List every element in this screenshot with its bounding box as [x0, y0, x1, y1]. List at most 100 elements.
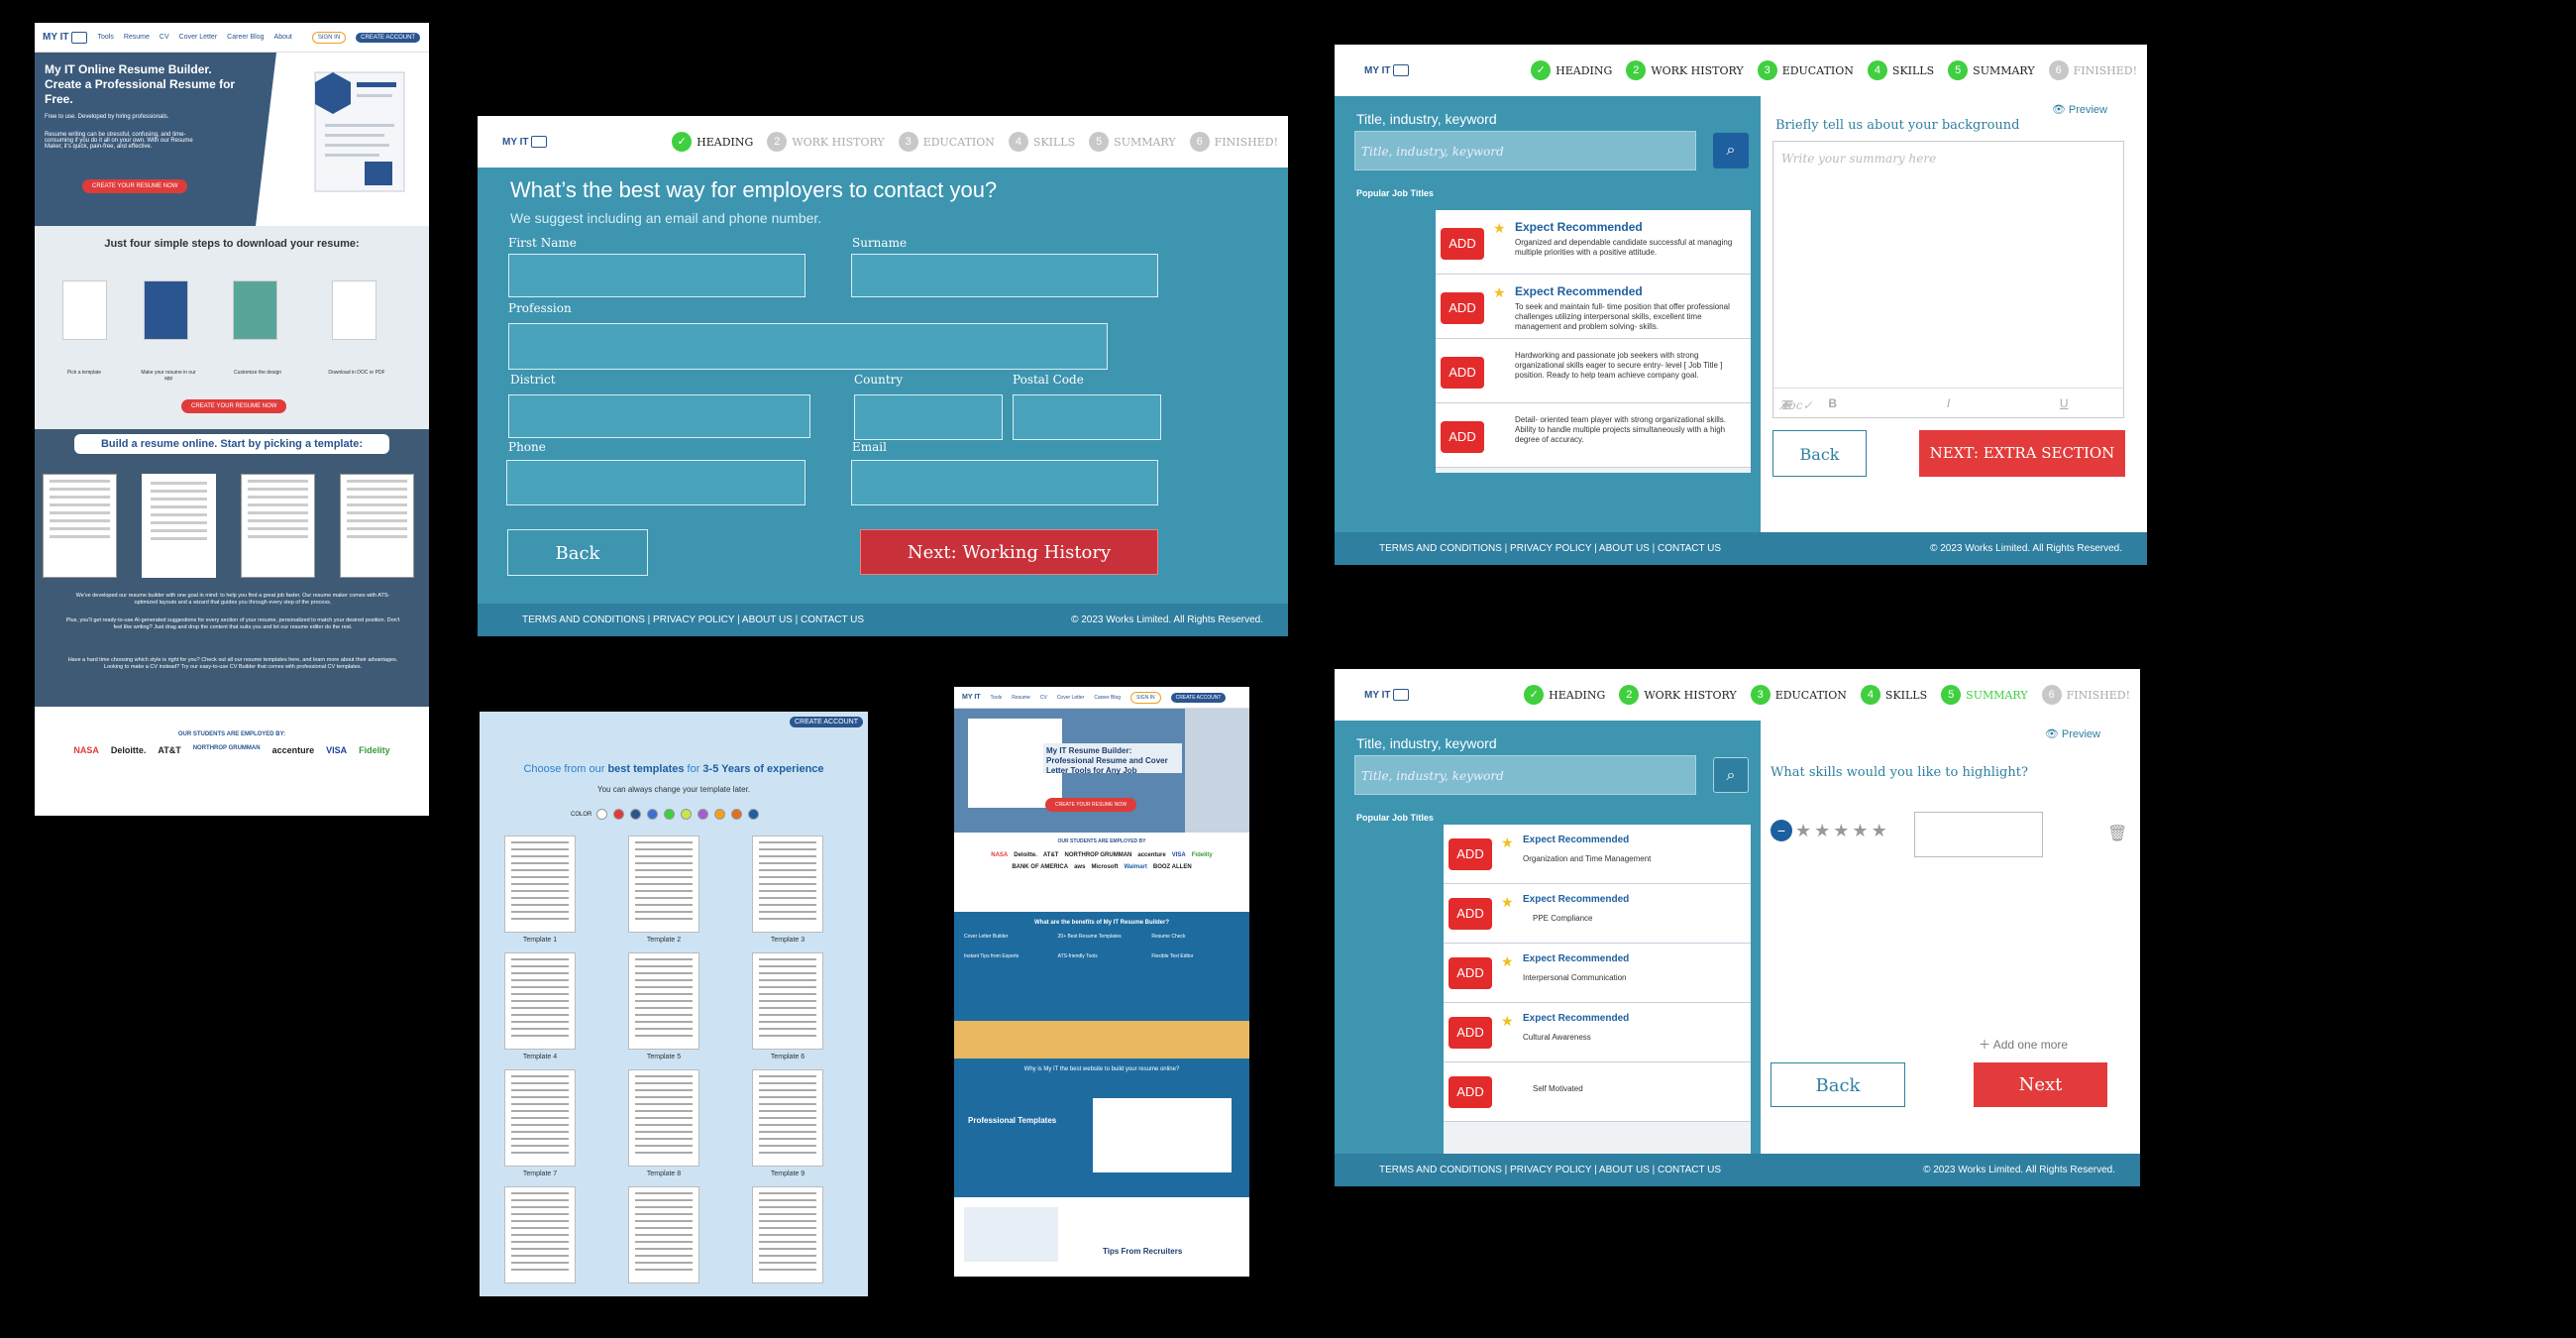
redo-icon[interactable]: ↷	[1781, 398, 1791, 412]
color-swatch[interactable]	[596, 809, 608, 820]
step-summary[interactable]: 5 SUMMARY	[1948, 60, 2035, 80]
add-button[interactable]: ADD	[1449, 957, 1492, 989]
template-thumb[interactable]	[504, 1069, 576, 1167]
first-name-field[interactable]	[508, 254, 805, 297]
bold-icon[interactable]: B	[1828, 396, 1837, 410]
step-education[interactable]: 3 EDUCATION	[1750, 685, 1847, 705]
add-button[interactable]: ADD	[1449, 898, 1492, 930]
nav-cover-letter[interactable]: Cover Letter	[179, 34, 218, 41]
keyword-search-input[interactable]: Title, industry, keyword	[1354, 131, 1696, 170]
logo[interactable]: MY IT	[1364, 689, 1410, 701]
keyword-search-input[interactable]: Title, industry, keyword	[1354, 755, 1696, 795]
nav-cv[interactable]: CV	[1040, 695, 1047, 701]
star-icon[interactable]: ★	[1814, 821, 1830, 841]
color-swatch[interactable]	[748, 809, 760, 820]
step-work-history[interactable]: 2 WORK HISTORY	[1626, 60, 1744, 80]
star-icon[interactable]: ★	[1872, 821, 1887, 841]
step-summary[interactable]: 5 SUMMARY	[1089, 132, 1176, 152]
logo[interactable]: MY IT	[43, 31, 88, 44]
step-work-history[interactable]: 2 WORK HISTORY	[1619, 685, 1737, 705]
district-field[interactable]	[508, 394, 810, 438]
back-button[interactable]: Back	[1771, 1062, 1905, 1107]
template-thumb[interactable]	[752, 1069, 823, 1167]
trash-icon[interactable]: 🗑	[2107, 824, 2127, 843]
template-thumb[interactable]	[504, 1186, 576, 1283]
add-one-more-link[interactable]: ＋ Add one more	[1979, 1036, 2068, 1053]
add-button[interactable]: ADD	[1441, 292, 1484, 324]
signin-button[interactable]: SIGN IN	[1130, 691, 1161, 704]
logo[interactable]: MY IT	[1364, 64, 1410, 76]
nav-resume[interactable]: Resume	[124, 34, 150, 41]
summary-textarea[interactable]: Write your summary here B I U ☰ abc✓ T̸ ↶ ↷	[1772, 141, 2124, 418]
search-icon[interactable]: ⌕	[1713, 133, 1749, 168]
back-button[interactable]: Back	[507, 529, 648, 576]
step-heading[interactable]: ✓ HEADING	[1531, 60, 1612, 80]
template-thumb[interactable]	[504, 836, 576, 933]
country-field[interactable]	[854, 394, 1003, 440]
hero-create-button[interactable]: CREATE YOUR RESUME NOW	[82, 179, 188, 193]
hero-create-button[interactable]: CREATE YOUR RESUME NOW	[1045, 798, 1137, 812]
preview-link[interactable]: 👁 Preview	[2052, 103, 2107, 116]
nav-cv[interactable]: CV	[160, 34, 169, 41]
color-swatch[interactable]	[630, 809, 642, 820]
signin-button[interactable]: SIGN IN	[311, 31, 347, 44]
nav-about[interactable]: About	[274, 34, 292, 41]
nav-career-blog[interactable]: Career Blog	[227, 34, 264, 41]
step-heading[interactable]: ✓ HEADING	[672, 132, 753, 152]
color-swatch[interactable]	[664, 809, 676, 820]
postal-code-field[interactable]	[1013, 394, 1161, 440]
step-summary[interactable]: 5 SUMMARY	[1941, 685, 2028, 705]
footer-links[interactable]: TERMS AND CONDITIONS | PRIVACY POLICY | …	[1379, 543, 1721, 554]
add-button[interactable]: ADD	[1449, 838, 1492, 870]
next-working-history-button[interactable]: Next: Working History	[860, 529, 1158, 575]
step-work-history[interactable]: 2 WORK HISTORY	[767, 132, 885, 152]
step-skills[interactable]: 4 SKILLS	[1008, 132, 1075, 152]
color-swatch[interactable]	[731, 809, 743, 820]
footer-links[interactable]: TERMS AND CONDITIONS | PRIVACY POLICY | …	[522, 614, 864, 625]
nav-tools[interactable]: Tools	[97, 34, 113, 41]
logo[interactable]: MY IT	[502, 136, 548, 148]
underline-icon[interactable]: U	[2060, 396, 2069, 410]
add-button[interactable]: ADD	[1449, 1076, 1492, 1108]
create-account-button[interactable]: CREATE ACCOUNT	[789, 717, 863, 727]
surname-field[interactable]	[851, 254, 1158, 297]
italic-icon[interactable]: I	[1947, 396, 1950, 410]
template-thumb[interactable]	[628, 1069, 699, 1167]
template-thumb[interactable]	[752, 1186, 823, 1283]
email-field[interactable]	[851, 460, 1158, 505]
add-button[interactable]: ADD	[1441, 228, 1484, 260]
template-thumb[interactable]	[752, 836, 823, 933]
star-icon[interactable]: ★	[1852, 821, 1868, 841]
add-button[interactable]: ADD	[1441, 357, 1484, 389]
logo[interactable]: MY IT	[962, 694, 981, 701]
minus-icon[interactable]: −	[1771, 820, 1792, 841]
next-button[interactable]: Next	[1974, 1062, 2107, 1107]
step-heading[interactable]: ✓ HEADING	[1524, 685, 1605, 705]
footer-links[interactable]: TERMS AND CONDITIONS | PRIVACY POLICY | …	[1379, 1165, 1721, 1175]
create-account-button[interactable]: CREATE ACCOUNT	[1170, 692, 1227, 703]
nav-resume[interactable]: Resume	[1012, 695, 1030, 701]
template-thumb[interactable]	[43, 474, 117, 578]
step-education[interactable]: 3 EDUCATION	[1757, 60, 1854, 80]
phone-field[interactable]	[506, 460, 805, 505]
next-extra-section-button[interactable]: NEXT: EXTRA SECTION	[1919, 430, 2125, 477]
template-thumb[interactable]	[142, 474, 216, 578]
step-finished[interactable]: 6 FINISHED!	[2048, 60, 2137, 80]
create-account-button[interactable]: CREATE ACCOUNT	[356, 32, 421, 43]
nav-tools[interactable]: Tools	[991, 695, 1003, 701]
skill-input[interactable]	[1914, 812, 2043, 857]
add-button[interactable]: ADD	[1449, 1017, 1492, 1049]
template-thumb[interactable]	[628, 1186, 699, 1283]
step-skills[interactable]: 4 SKILLS	[1867, 60, 1934, 80]
template-thumb[interactable]	[241, 474, 315, 578]
template-thumb[interactable]	[628, 952, 699, 1050]
nav-cover-letter[interactable]: Cover Letter	[1057, 695, 1085, 701]
star-icon[interactable]: ★	[1833, 821, 1849, 841]
step-education[interactable]: 3 EDUCATION	[898, 132, 995, 152]
skill-rating[interactable]: − ★ ★ ★ ★ ★	[1771, 820, 1887, 841]
preview-link[interactable]: 👁 Preview	[2045, 727, 2100, 740]
profession-field[interactable]	[508, 323, 1108, 370]
color-swatch[interactable]	[613, 809, 625, 820]
star-icon[interactable]: ★	[1795, 821, 1811, 841]
color-swatch[interactable]	[647, 809, 659, 820]
